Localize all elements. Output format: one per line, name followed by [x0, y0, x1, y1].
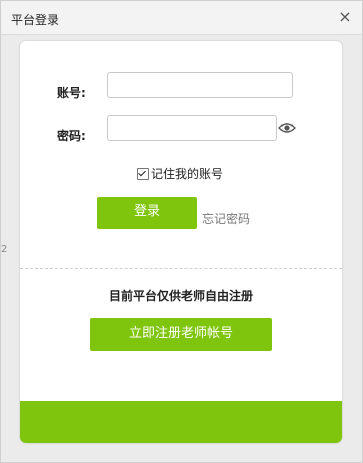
login-dialog: 平台登录 × 2 账号: 密码: 记住我的账号 登录 忘记密码 目前平台仅供老师…	[0, 0, 363, 463]
divider	[20, 268, 342, 269]
dialog-title: 平台登录	[11, 13, 60, 27]
login-card: 账号: 密码: 记住我的账号 登录 忘记密码 目前平台仅供老师自由注册 立即注册…	[20, 41, 342, 443]
title-bar: 平台登录 ×	[1, 1, 362, 35]
account-input[interactable]	[107, 72, 293, 98]
login-button[interactable]: 登录	[97, 197, 197, 229]
register-teacher-button[interactable]: 立即注册老师帐号	[90, 318, 272, 351]
register-notice: 目前平台仅供老师自由注册	[108, 289, 253, 303]
account-label: 账号:	[57, 86, 86, 100]
side-glyph: 2	[1, 244, 8, 255]
footer-bar	[20, 401, 342, 443]
close-icon[interactable]: ×	[337, 8, 353, 26]
forgot-password-link[interactable]: 忘记密码	[202, 210, 250, 227]
remember-label: 记住我的账号	[151, 167, 224, 181]
eye-icon[interactable]	[278, 122, 296, 134]
remember-checkbox[interactable]	[137, 167, 149, 180]
password-input[interactable]	[107, 115, 277, 141]
password-label: 密码:	[57, 129, 86, 143]
remember-me[interactable]: 记住我的账号	[137, 165, 223, 182]
